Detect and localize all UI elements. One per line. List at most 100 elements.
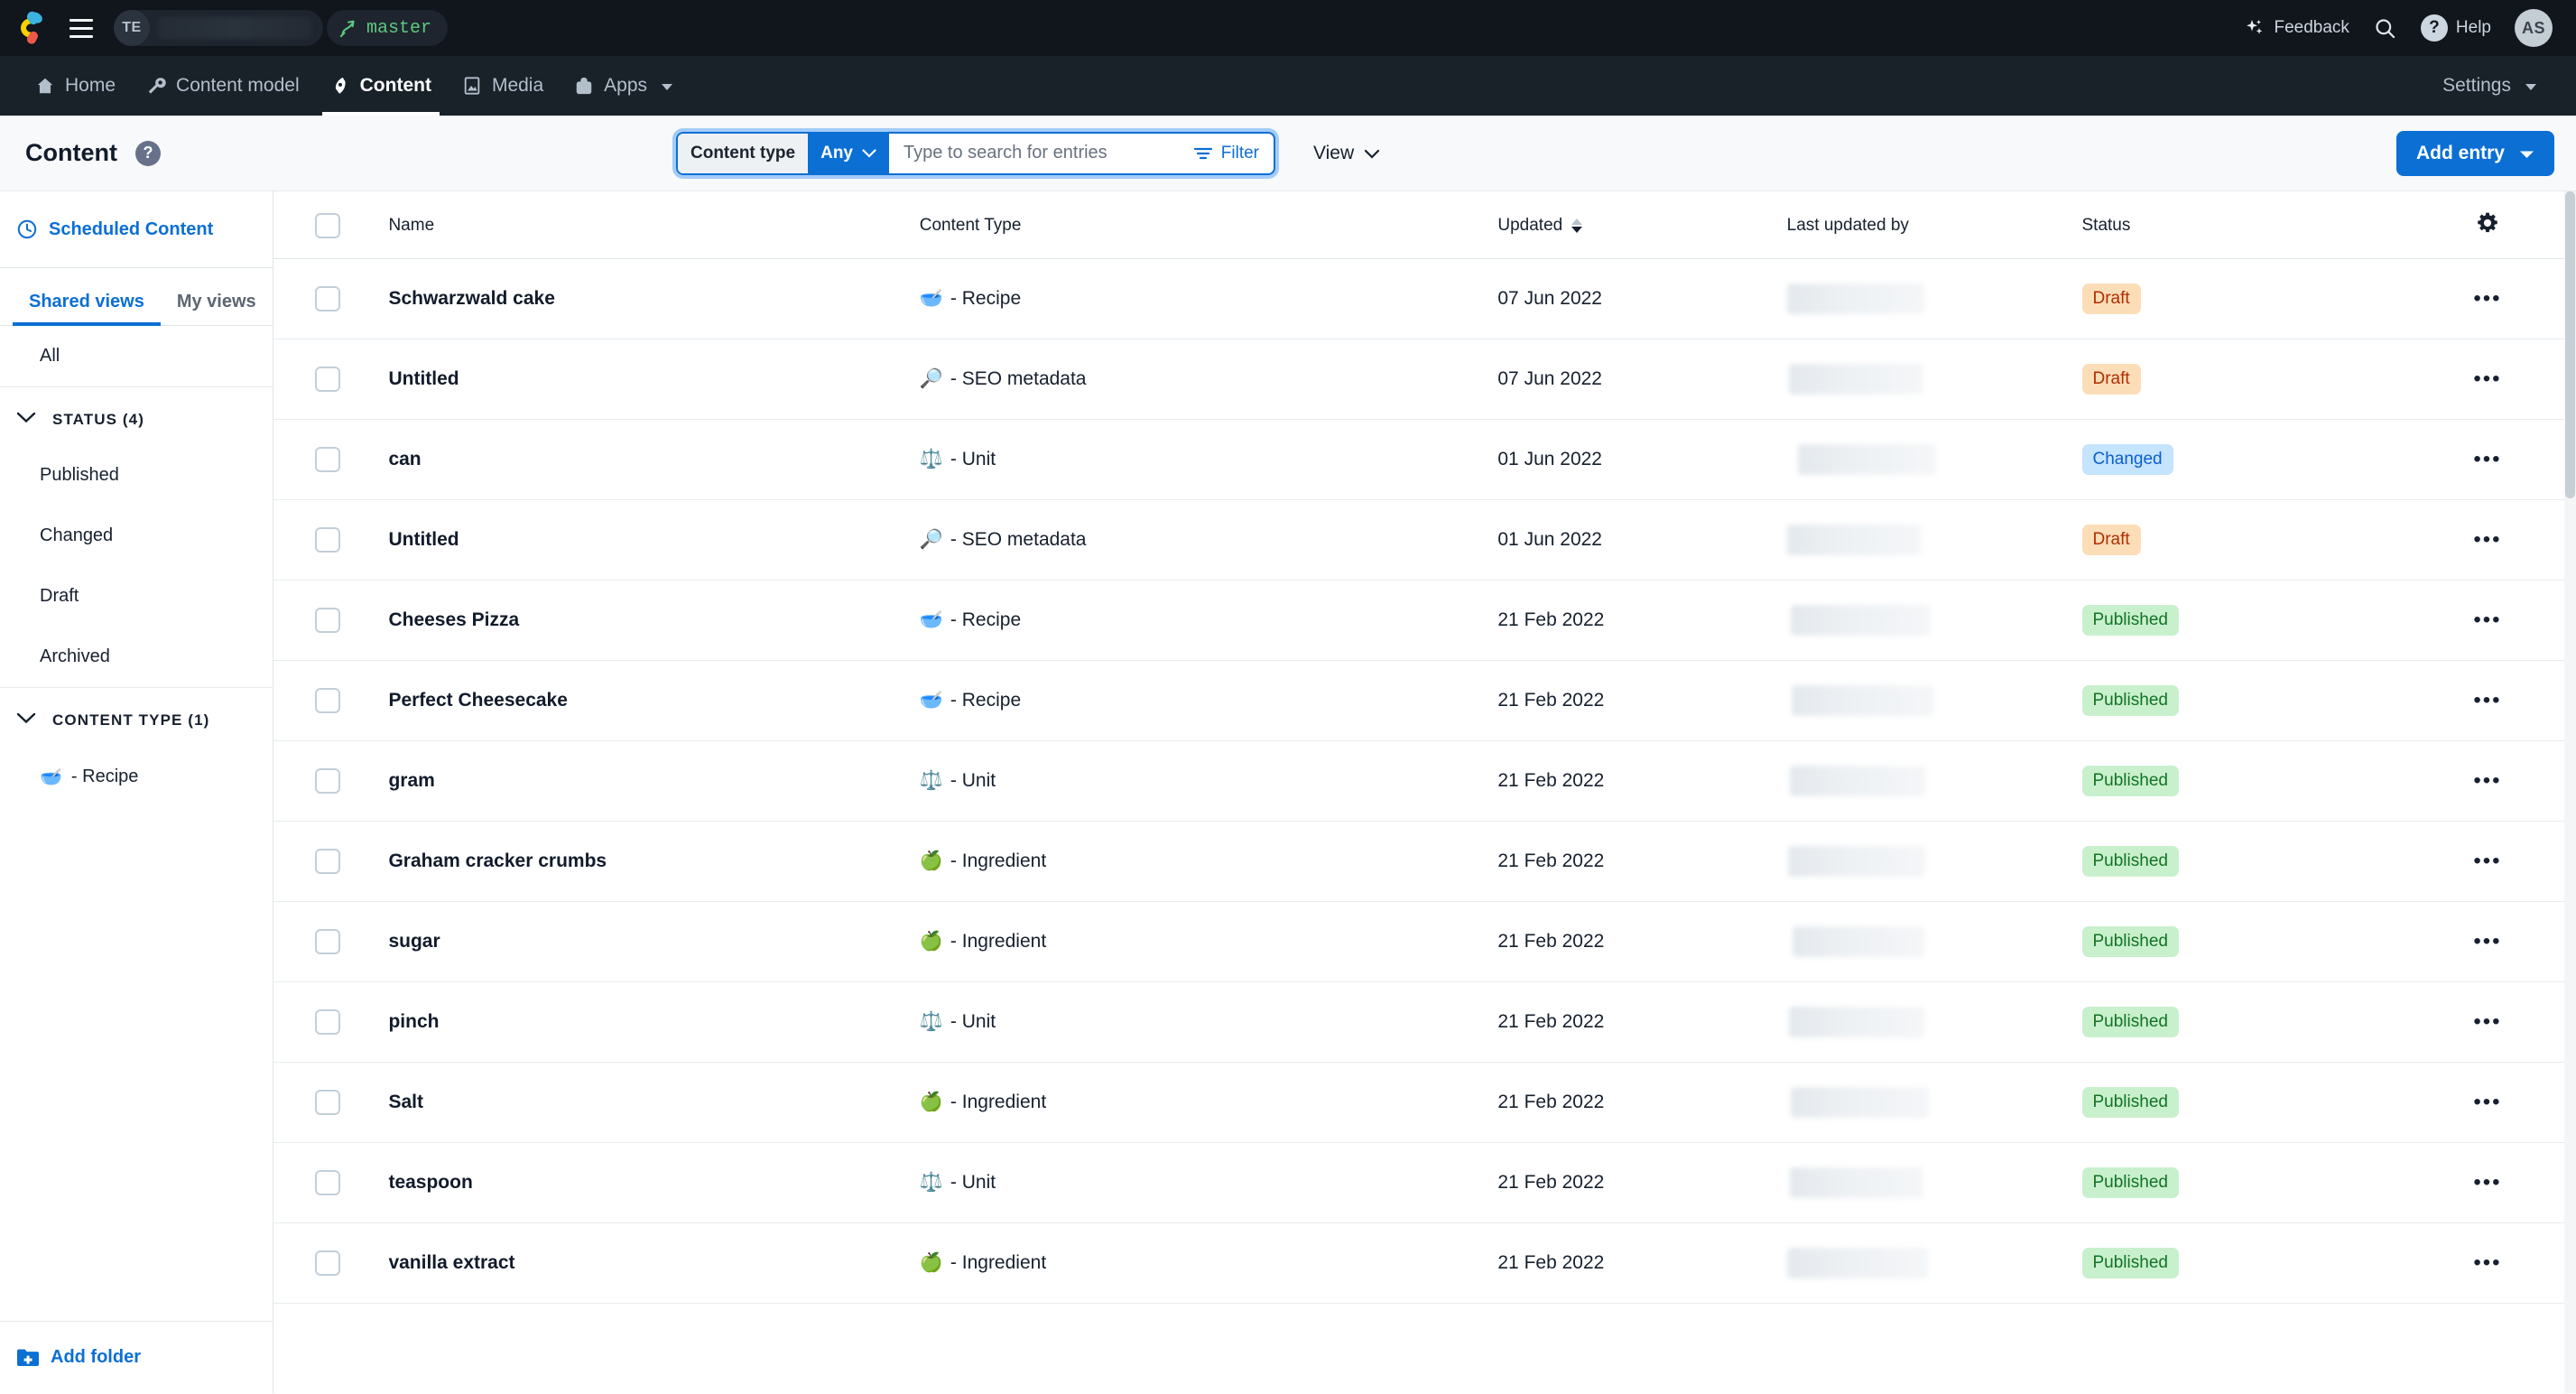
table-row[interactable]: Untitled 🔎 - SEO metadata 01 Jun 2022 Draft •… — [273, 499, 2576, 581]
sidebar-item-archived[interactable]: Archived — [0, 627, 273, 687]
row-name-cell[interactable]: Graham cracker crumbs — [388, 821, 920, 902]
row-checkbox[interactable] — [315, 1009, 340, 1035]
select-all-checkbox[interactable] — [315, 213, 340, 238]
table-row[interactable]: Perfect Cheesecake 🥣 - Recipe 21 Feb 2022 Pu… — [273, 660, 2576, 741]
row-name-cell[interactable]: Untitled — [388, 499, 920, 581]
row-name-cell[interactable]: Perfect Cheesecake — [388, 660, 920, 741]
table-row[interactable]: vanilla extract 🍏 - Ingredient 21 Feb 2022 P… — [273, 1222, 2576, 1304]
help-button[interactable]: ? Help — [2420, 14, 2491, 42]
content-type-name: - Ingredient — [950, 931, 1047, 952]
row-checkbox[interactable] — [315, 1090, 340, 1115]
row-actions-menu-button[interactable]: ••• — [2473, 929, 2501, 953]
row-actions-menu-button[interactable]: ••• — [2473, 1250, 2501, 1275]
sidebar-item-all[interactable]: All — [0, 326, 273, 386]
nav-item-settings[interactable]: Settings — [2427, 75, 2553, 97]
nav-item-content-model[interactable]: Content model — [131, 56, 315, 116]
table-row[interactable]: Salt 🍏 - Ingredient 21 Feb 2022 Published ••• — [273, 1062, 2576, 1143]
row-actions-menu-button[interactable]: ••• — [2473, 367, 2501, 391]
sidebar-item-published[interactable]: Published — [0, 445, 273, 506]
row-actions-menu-button[interactable]: ••• — [2473, 447, 2501, 471]
table-row[interactable]: teaspoon ⚖️ - Unit 21 Feb 2022 Published ••• — [273, 1142, 2576, 1223]
row-checkbox[interactable] — [315, 768, 340, 794]
row-name-cell[interactable]: gram — [388, 740, 920, 822]
content-type-filter-select[interactable]: Any — [808, 133, 890, 173]
tab-my-views[interactable]: My views — [161, 268, 273, 325]
entry-name: Salt — [388, 1092, 423, 1112]
add-folder-button[interactable]: Add folder — [0, 1321, 273, 1393]
row-actions-cell: ••• — [2398, 580, 2576, 661]
row-actions-menu-button[interactable]: ••• — [2473, 608, 2501, 632]
row-checkbox[interactable] — [315, 608, 340, 633]
content-type-section-toggle[interactable]: CONTENT TYPE (1) — [0, 688, 273, 746]
sidebar-item-changed[interactable]: Changed — [0, 506, 273, 566]
sidebar-item-recipe[interactable]: 🥣 - Recipe — [0, 746, 273, 808]
filter-button[interactable]: Filter — [1179, 134, 1274, 173]
row-name-cell[interactable]: Salt — [388, 1062, 920, 1143]
gear-icon[interactable] — [2476, 212, 2499, 239]
row-checkbox[interactable] — [315, 286, 340, 311]
column-header-last-updated-by[interactable]: Last updated by — [1786, 191, 2082, 259]
row-name-cell[interactable]: pinch — [388, 981, 920, 1063]
row-checkbox[interactable] — [315, 367, 340, 392]
row-actions-menu-button[interactable]: ••• — [2473, 849, 2501, 873]
column-header-name[interactable]: Name — [388, 191, 920, 259]
table-row[interactable]: Cheeses Pizza 🥣 - Recipe 21 Feb 2022 Publish… — [273, 580, 2576, 661]
content-type-name: - Recipe — [950, 690, 1022, 711]
row-actions-menu-button[interactable]: ••• — [2473, 688, 2501, 712]
row-actions-menu-button[interactable]: ••• — [2473, 768, 2501, 793]
status-section-toggle[interactable]: STATUS (4) — [0, 387, 273, 445]
tab-my-views-label: My views — [176, 292, 256, 311]
row-actions-menu-button[interactable]: ••• — [2473, 1090, 2501, 1114]
row-last-updated-by-cell — [1786, 821, 2082, 902]
help-circle-icon[interactable]: ? — [134, 140, 161, 166]
view-dropdown[interactable]: View — [1313, 143, 1380, 164]
search-input[interactable] — [889, 133, 1179, 173]
row-status-cell: Published — [2081, 1062, 2399, 1143]
search-button[interactable] — [2373, 16, 2397, 41]
row-name-cell[interactable]: Cheeses Pizza — [388, 580, 920, 661]
sidebar-item-draft[interactable]: Draft — [0, 566, 273, 627]
table-row[interactable]: Graham cracker crumbs 🍏 - Ingredient 21 Feb… — [273, 821, 2576, 902]
tab-shared-views[interactable]: Shared views — [13, 268, 161, 326]
user-avatar[interactable]: AS — [2515, 9, 2553, 47]
row-name-cell[interactable]: sugar — [388, 901, 920, 982]
row-checkbox[interactable] — [315, 447, 340, 472]
space-selector[interactable]: TE — [114, 10, 323, 46]
row-checkbox[interactable] — [315, 1250, 340, 1276]
row-name-cell[interactable]: can — [388, 419, 920, 500]
row-checkbox[interactable] — [315, 527, 340, 553]
table-row[interactable]: Schwarzwald cake 🥣 - Recipe 07 Jun 2022 Draf… — [273, 258, 2576, 339]
column-header-updated[interactable]: Updated — [1497, 191, 1787, 259]
row-name-cell[interactable]: Untitled — [388, 339, 920, 420]
row-actions-menu-button[interactable]: ••• — [2473, 286, 2501, 311]
nav-item-apps[interactable]: Apps — [559, 56, 689, 116]
nav-item-home[interactable]: Home — [20, 56, 131, 116]
row-actions-menu-button[interactable]: ••• — [2473, 1009, 2501, 1034]
row-checkbox[interactable] — [315, 929, 340, 954]
row-checkbox[interactable] — [315, 1170, 340, 1195]
row-name-cell[interactable]: vanilla extract — [388, 1222, 920, 1304]
row-actions-menu-button[interactable]: ••• — [2473, 1170, 2501, 1194]
nav-item-media[interactable]: Media — [447, 56, 559, 116]
column-header-content-type[interactable]: Content Type — [919, 191, 1498, 259]
table-row[interactable]: sugar 🍏 - Ingredient 21 Feb 2022 Published ••… — [273, 901, 2576, 982]
table-row[interactable]: gram ⚖️ - Unit 21 Feb 2022 Published ••• — [273, 740, 2576, 822]
row-actions-menu-button[interactable]: ••• — [2473, 527, 2501, 552]
table-scrollbar-thumb[interactable] — [2565, 191, 2575, 498]
scheduled-content-link[interactable]: Scheduled Content — [0, 191, 273, 268]
row-checkbox[interactable] — [315, 849, 340, 874]
nav-item-content[interactable]: Content — [315, 56, 447, 116]
row-checkbox[interactable] — [315, 688, 340, 713]
row-name-cell[interactable]: Schwarzwald cake — [388, 258, 920, 339]
add-entry-button[interactable]: Add entry — [2395, 130, 2554, 176]
feedback-button[interactable]: Feedback — [2244, 17, 2349, 39]
contentful-logo-icon[interactable] — [16, 9, 54, 47]
table-row[interactable]: can ⚖️ - Unit 01 Jun 2022 Changed ••• — [273, 419, 2576, 500]
main-menu-button[interactable] — [63, 10, 99, 46]
table-scrollbar-track[interactable] — [2564, 191, 2576, 1393]
table-row[interactable]: Untitled 🔎 - SEO metadata 07 Jun 2022 Draft •… — [273, 339, 2576, 420]
table-row[interactable]: pinch ⚖️ - Unit 21 Feb 2022 Published ••• — [273, 981, 2576, 1063]
branch-selector[interactable]: master — [327, 10, 449, 46]
row-name-cell[interactable]: teaspoon — [388, 1142, 920, 1223]
column-header-status[interactable]: Status — [2081, 191, 2399, 259]
